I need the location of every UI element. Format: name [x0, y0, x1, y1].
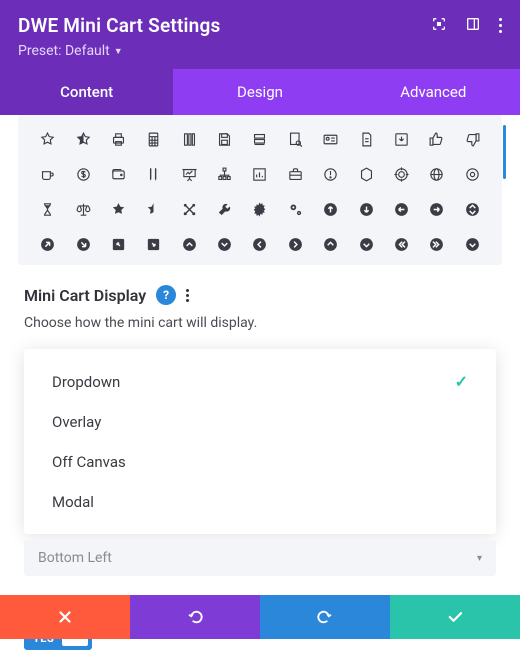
chevron-down-3-icon[interactable] — [455, 236, 490, 253]
option-overlay[interactable]: Overlay — [24, 402, 496, 442]
chevron-up-2-icon[interactable] — [313, 236, 348, 253]
org-chart-icon[interactable] — [207, 166, 242, 183]
section-description: Choose how the mini cart will display. — [24, 315, 496, 331]
columns-icon[interactable] — [172, 131, 207, 148]
section-more-icon[interactable] — [186, 289, 189, 302]
chevron-right-circle-icon[interactable] — [278, 236, 313, 253]
ring-target-icon[interactable] — [455, 166, 490, 183]
icon-picker — [0, 115, 520, 265]
caret-down-icon: ▼ — [114, 46, 123, 57]
expand-box-icon[interactable] — [136, 236, 171, 253]
printer-icon[interactable] — [101, 131, 136, 148]
option-dropdown[interactable]: Dropdown ✓ — [24, 361, 496, 402]
wrench-icon[interactable] — [207, 201, 242, 218]
stack-icon[interactable] — [242, 131, 277, 148]
chevron-up-circle-icon[interactable] — [172, 236, 207, 253]
half-star-solid-icon[interactable] — [136, 201, 171, 218]
briefcase-icon[interactable] — [278, 166, 313, 183]
tab-content[interactable]: Content — [0, 69, 173, 115]
star-icon[interactable] — [101, 201, 136, 218]
chevrons-right-icon[interactable] — [419, 236, 454, 253]
chevrons-left-icon[interactable] — [384, 236, 419, 253]
section-title: Mini Cart Display — [24, 286, 146, 305]
expand-icon[interactable] — [431, 16, 447, 36]
position-value: Bottom Left — [38, 550, 112, 566]
arrow-down-circle-icon[interactable] — [348, 201, 383, 218]
id-card-icon[interactable] — [313, 131, 348, 148]
arrow-right-circle-icon[interactable] — [419, 201, 454, 218]
help-icon[interactable]: ? — [156, 285, 176, 305]
header-actions — [431, 16, 502, 36]
mini-cart-display-section: Mini Cart Display ? Choose how the mini … — [0, 265, 520, 650]
preset-label: Preset: Default — [18, 43, 110, 59]
option-label: Dropdown — [52, 373, 120, 391]
check-icon: ✓ — [455, 372, 468, 391]
option-label: Overlay — [52, 413, 101, 431]
save-button[interactable] — [390, 595, 520, 639]
hexagon-icon[interactable] — [348, 166, 383, 183]
panel-icon[interactable] — [465, 16, 481, 36]
star-half-icon[interactable] — [65, 131, 100, 148]
collapse-circle-icon[interactable] — [455, 201, 490, 218]
chevron-down-circle-icon[interactable] — [207, 236, 242, 253]
dollar-circle-icon[interactable] — [65, 166, 100, 183]
calculator-icon[interactable] — [136, 131, 171, 148]
hourglass-icon[interactable] — [30, 201, 65, 218]
scales-icon[interactable] — [65, 201, 100, 218]
option-modal[interactable]: Modal — [24, 482, 496, 522]
tab-bar: Content Design Advanced — [0, 69, 520, 115]
globe-icon[interactable] — [419, 166, 454, 183]
wallet-icon[interactable] — [101, 166, 136, 183]
icon-grid-scrollbar[interactable] — [503, 125, 506, 179]
floppy-icon[interactable] — [207, 131, 242, 148]
chevron-down-2-icon[interactable] — [348, 236, 383, 253]
arrow-downright-circle-icon[interactable] — [65, 236, 100, 253]
option-label: Off Canvas — [52, 453, 126, 471]
icon-grid[interactable] — [18, 115, 502, 265]
target-icon[interactable] — [384, 166, 419, 183]
page-search-icon[interactable] — [278, 131, 313, 148]
tab-advanced[interactable]: Advanced — [347, 69, 520, 115]
download-box-icon[interactable] — [384, 131, 419, 148]
shrink-box-icon[interactable] — [101, 236, 136, 253]
caret-down-icon: ▾ — [477, 553, 482, 564]
undo-button[interactable] — [130, 595, 260, 639]
position-select[interactable]: Bottom Left ▾ — [24, 540, 496, 576]
bar-chart-icon[interactable] — [242, 166, 277, 183]
warning-circle-icon[interactable] — [313, 166, 348, 183]
file-doc-icon[interactable] — [348, 131, 383, 148]
module-title: DWE Mini Cart Settings — [18, 14, 220, 37]
arrow-upright-circle-icon[interactable] — [30, 236, 65, 253]
preset-selector[interactable]: Preset: Default ▼ — [18, 43, 123, 59]
gears-icon[interactable] — [278, 201, 313, 218]
arrow-left-circle-icon[interactable] — [384, 201, 419, 218]
presentation-icon[interactable] — [172, 166, 207, 183]
display-dropdown-panel: Dropdown ✓ Overlay Off Canvas Modal — [24, 349, 496, 534]
pen-pair-icon[interactable] — [136, 166, 171, 183]
tools-cross-icon[interactable] — [172, 201, 207, 218]
option-label: Modal — [52, 493, 94, 511]
footer-actions — [0, 595, 520, 639]
option-offcanvas[interactable]: Off Canvas — [24, 442, 496, 482]
redo-button[interactable] — [260, 595, 390, 639]
more-icon[interactable] — [499, 18, 502, 33]
module-header: DWE Mini Cart Settings Preset: Default ▼ — [0, 0, 520, 69]
star-outline-icon[interactable] — [30, 131, 65, 148]
cancel-button[interactable] — [0, 595, 130, 639]
chevron-left-circle-icon[interactable] — [242, 236, 277, 253]
thumb-up-icon[interactable] — [419, 131, 454, 148]
gear-icon[interactable] — [242, 201, 277, 218]
arrow-up-circle-icon[interactable] — [313, 201, 348, 218]
mug-icon[interactable] — [30, 166, 65, 183]
tab-design[interactable]: Design — [173, 69, 346, 115]
thumb-down-icon[interactable] — [455, 131, 490, 148]
